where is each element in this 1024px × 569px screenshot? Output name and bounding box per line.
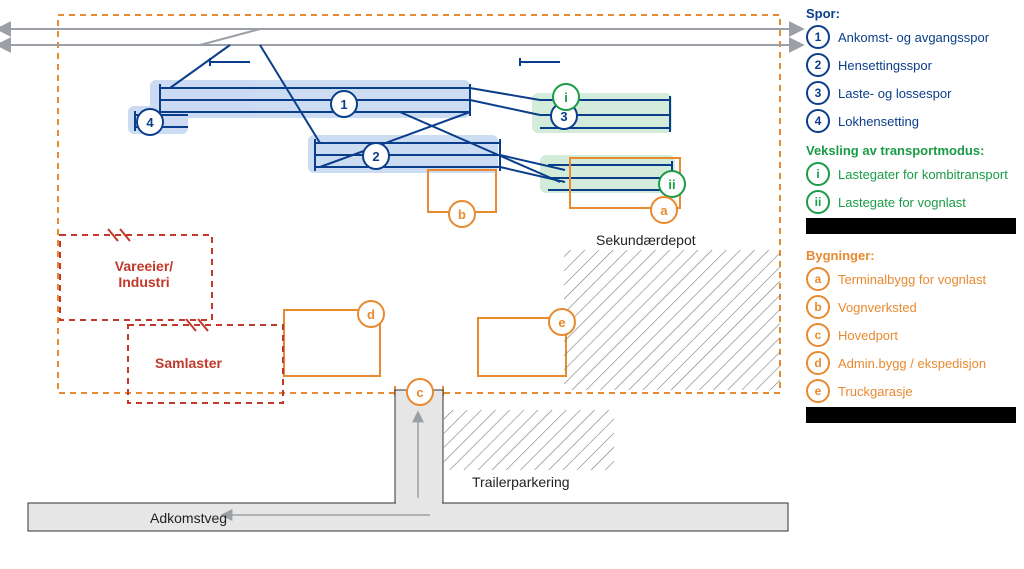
samlaster-label: Samlaster (155, 355, 222, 371)
legend-spor-id-0: 1 (806, 25, 830, 49)
legend-bygg-row-4: e Truckgarasje (806, 379, 1016, 403)
legend-black-bar-2 (806, 407, 1016, 423)
legend-bygg-label-3: Admin.bygg / ekspedisjon (838, 356, 986, 371)
legend-spor-row-0: 1 Ankomst- og avgangsspor (806, 25, 1016, 49)
building-badge-c: c (406, 378, 434, 406)
legend-bygg-row-1: b Vognverksted (806, 295, 1016, 319)
green-badge-ii: ii (658, 170, 686, 198)
legend-spor-label-2: Laste- og lossespor (838, 86, 951, 101)
legend-bygg-id-0: a (806, 267, 830, 291)
legend-bygg-id-3: d (806, 351, 830, 375)
track-badge-4: 4 (136, 108, 164, 136)
legend-bygg-label-2: Hovedport (838, 328, 898, 343)
sekundardepot-area (564, 250, 780, 390)
legend-bygg-row-3: d Admin.bygg / ekspedisjon (806, 351, 1016, 375)
trailerparkering-area (444, 410, 614, 470)
legend-spor-row-2: 3 Laste- og lossespor (806, 81, 1016, 105)
legend-spor: Spor: 1 Ankomst- og avgangsspor 2 Henset… (806, 6, 1016, 133)
mainline-tracks (8, 29, 792, 45)
legend-spor-row-3: 4 Lokhensetting (806, 109, 1016, 133)
legend-veks-row-0: i Lastegater for kombitransport (806, 162, 1016, 186)
legend-bygg-row-0: a Terminalbygg for vognlast (806, 267, 1016, 291)
legend-veks-row-1: ii Lastegate for vognlast (806, 190, 1016, 214)
legend-bygg-label-0: Terminalbygg for vognlast (838, 272, 986, 287)
building-badge-b: b (448, 200, 476, 228)
legend-veks-label-0: Lastegater for kombitransport (838, 167, 1008, 182)
building-badge-e: e (548, 308, 576, 336)
green-badge-i: i (552, 83, 580, 111)
legend-spor-id-2: 3 (806, 81, 830, 105)
red-boxes (60, 229, 283, 403)
legend-spor-id-3: 4 (806, 109, 830, 133)
legend-spor-title: Spor: (806, 6, 1016, 21)
legend-bygninger: Bygninger: a Terminalbygg for vognlast b… (806, 248, 1016, 423)
legend-bygg-label-4: Truckgarasje (838, 384, 913, 399)
legend-veksling: Veksling av transportmodus: i Lastegater… (806, 143, 1016, 234)
legend-veks-id-1: ii (806, 190, 830, 214)
legend-bygg-row-2: c Hovedport (806, 323, 1016, 347)
legend-veksling-title: Veksling av transportmodus: (806, 143, 1016, 158)
legend-black-bar-1 (806, 218, 1016, 234)
track-badge-1: 1 (330, 90, 358, 118)
legend-spor-id-1: 2 (806, 53, 830, 77)
access-road (28, 390, 788, 531)
legend-spor-label-0: Ankomst- og avgangsspor (838, 30, 989, 45)
vareeier-label: Vareeier/ Industri (84, 258, 204, 290)
legend-bygg-id-1: b (806, 295, 830, 319)
track-badge-2: 2 (362, 142, 390, 170)
sekundardepot-label: Sekundærdepot (596, 232, 696, 248)
legend-spor-row-1: 2 Hensettingsspor (806, 53, 1016, 77)
building-badge-d: d (357, 300, 385, 328)
legend-bygg-title: Bygninger: (806, 248, 1016, 263)
legend-bygg-id-4: e (806, 379, 830, 403)
building-badge-a: a (650, 196, 678, 224)
legend-spor-label-3: Lokhensetting (838, 114, 919, 129)
legend: Spor: 1 Ankomst- og avgangsspor 2 Henset… (806, 6, 1016, 423)
legend-spor-label-1: Hensettingsspor (838, 58, 932, 73)
trailerparkering-label: Trailerparkering (472, 474, 570, 490)
legend-bygg-label-1: Vognverksted (838, 300, 917, 315)
terminal-diagram-stage: 1 2 3 4 i ii a b c d e Vareeier/ Industr… (0, 0, 1024, 569)
legend-veks-label-1: Lastegate for vognlast (838, 195, 966, 210)
legend-veks-id-0: i (806, 162, 830, 186)
adkomstveg-label: Adkomstveg (150, 510, 227, 526)
legend-bygg-id-2: c (806, 323, 830, 347)
